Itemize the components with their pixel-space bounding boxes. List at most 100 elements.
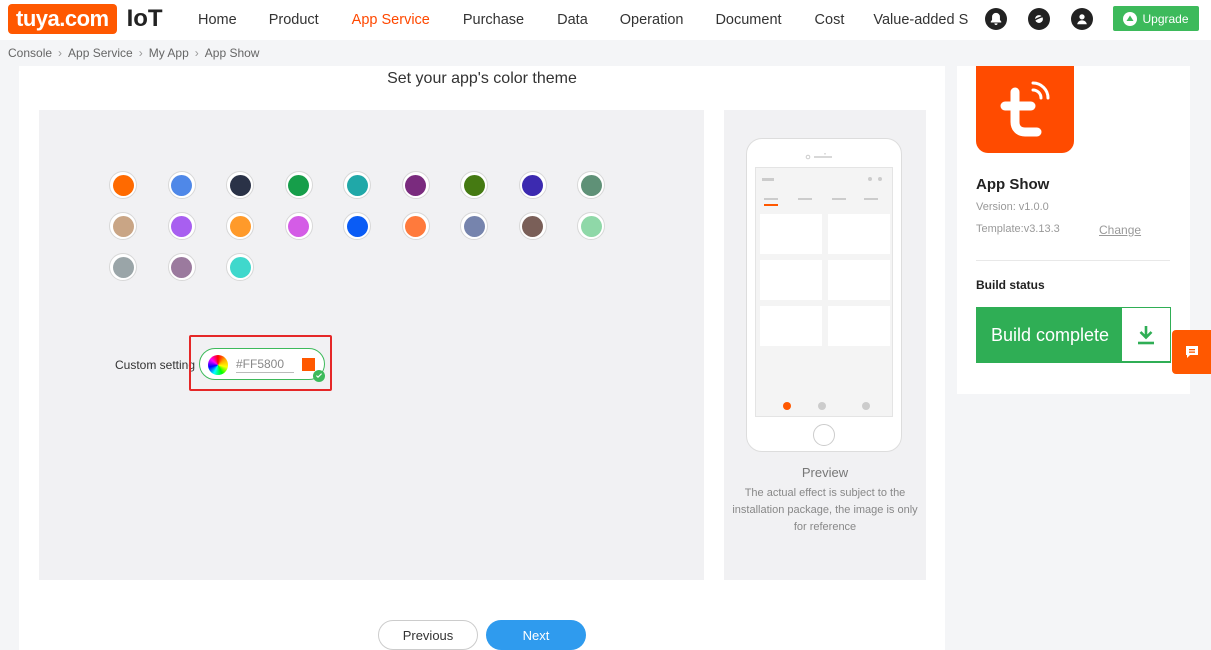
color-swatch[interactable] bbox=[577, 171, 605, 199]
color-theme-card: Set your app's color theme Custom settin… bbox=[19, 66, 945, 650]
ph-tab bbox=[832, 198, 846, 200]
preview-panel: Preview The actual effect is subject to … bbox=[724, 110, 926, 580]
nav-item-purchase[interactable]: Purchase bbox=[463, 12, 524, 28]
user-icon[interactable] bbox=[1071, 8, 1093, 30]
swatch-color bbox=[463, 215, 485, 237]
breadcrumb: Console › App Service › My App › App Sho… bbox=[8, 46, 259, 60]
next-button[interactable]: Next bbox=[486, 620, 586, 650]
breadcrumb-app-service[interactable]: App Service bbox=[68, 46, 133, 60]
tuya-logo[interactable]: tuya.com IoT bbox=[8, 4, 163, 34]
download-icon[interactable] bbox=[1122, 308, 1170, 361]
nav-item-app-service[interactable]: App Service bbox=[352, 12, 430, 28]
ph-card bbox=[828, 306, 890, 346]
ph-line bbox=[762, 178, 774, 181]
app-version: Version: v1.0.0 bbox=[976, 201, 1049, 213]
color-swatch[interactable] bbox=[109, 212, 137, 240]
ph-nav-dot bbox=[862, 402, 870, 410]
color-swatch[interactable] bbox=[577, 212, 605, 240]
swatch-color bbox=[171, 174, 192, 196]
ph-card bbox=[828, 260, 890, 300]
chevron-right-icon: › bbox=[138, 46, 143, 60]
ph-nav-dot bbox=[818, 402, 826, 410]
breadcrumb-console[interactable]: Console bbox=[8, 46, 52, 60]
swatch-color bbox=[112, 256, 134, 278]
color-swatch[interactable] bbox=[518, 212, 547, 240]
swatch-color bbox=[229, 256, 251, 278]
color-swatch[interactable] bbox=[167, 212, 196, 240]
color-swatch[interactable] bbox=[343, 171, 371, 199]
app-template: Template:v3.13.3 bbox=[976, 223, 1060, 235]
build-status-title: Build status bbox=[976, 278, 1045, 292]
build-complete-button[interactable]: Build complete bbox=[976, 307, 1171, 363]
swatch-color bbox=[580, 174, 602, 196]
phone-home-button bbox=[813, 424, 835, 446]
ph-dot bbox=[878, 177, 882, 181]
color-swatch[interactable] bbox=[401, 212, 430, 240]
swatch-color bbox=[405, 174, 426, 196]
color-swatch[interactable] bbox=[226, 253, 254, 281]
nav-item-document[interactable]: Document bbox=[715, 12, 781, 28]
color-swatch[interactable] bbox=[109, 171, 137, 199]
preview-title: Preview bbox=[801, 465, 849, 480]
color-swatch[interactable] bbox=[167, 253, 196, 281]
ph-card bbox=[828, 214, 890, 254]
app-info-panel: App Show Version: v1.0.0 Template:v3.13.… bbox=[957, 66, 1190, 394]
color-swatch[interactable] bbox=[460, 171, 488, 199]
color-swatch[interactable] bbox=[460, 212, 488, 240]
nav-item-operation[interactable]: Operation bbox=[620, 12, 684, 28]
color-swatch[interactable] bbox=[343, 212, 371, 240]
swatch-color bbox=[405, 215, 426, 237]
upgrade-label: Upgrade bbox=[1142, 11, 1189, 26]
nav-item-home[interactable]: Home bbox=[198, 12, 237, 28]
swatch-color bbox=[580, 215, 602, 237]
upgrade-button[interactable]: Upgrade bbox=[1113, 6, 1199, 31]
custom-setting-label: Custom setting bbox=[115, 358, 196, 372]
divider bbox=[976, 260, 1170, 261]
logo-iot-label: IoT bbox=[126, 5, 163, 32]
phone-speaker-icon bbox=[805, 153, 832, 160]
previous-button[interactable]: Previous bbox=[378, 620, 478, 650]
main-nav: Home Product App Service Purchase Data O… bbox=[181, 0, 968, 40]
swatch-color bbox=[171, 256, 192, 278]
color-palette-area: Custom setting #FF5800 bbox=[39, 110, 704, 580]
feedback-button[interactable] bbox=[1172, 330, 1211, 374]
bell-icon[interactable] bbox=[985, 8, 1007, 30]
swatch-color bbox=[463, 174, 485, 196]
chevron-right-icon: › bbox=[194, 46, 199, 60]
color-swatch[interactable] bbox=[109, 253, 137, 281]
swatch-color bbox=[112, 174, 134, 196]
swatch-color bbox=[346, 174, 368, 196]
phone-mockup bbox=[746, 138, 902, 452]
color-swatch[interactable] bbox=[401, 171, 430, 199]
top-nav-bar: tuya.com IoT Home Product App Service Pu… bbox=[0, 0, 1211, 40]
swatch-color bbox=[522, 215, 543, 237]
nav-item-data[interactable]: Data bbox=[557, 12, 588, 28]
swatch-color bbox=[229, 174, 251, 196]
build-status-label: Build complete bbox=[991, 324, 1110, 345]
tuya-t-icon bbox=[1000, 81, 1050, 136]
chevron-right-icon: › bbox=[58, 46, 63, 60]
swatch-color bbox=[522, 174, 543, 196]
color-swatch[interactable] bbox=[284, 212, 313, 240]
nav-item-product[interactable]: Product bbox=[269, 12, 319, 28]
color-swatch[interactable] bbox=[518, 171, 547, 199]
nav-item-value-added[interactable]: Value-added S bbox=[873, 12, 968, 28]
ph-tab bbox=[798, 198, 812, 200]
ph-card bbox=[760, 214, 822, 254]
preview-description: The actual effect is subject to the inst… bbox=[732, 487, 918, 533]
ph-card bbox=[760, 260, 822, 300]
color-swatch[interactable] bbox=[226, 171, 254, 199]
phone-screen bbox=[755, 167, 893, 417]
color-swatch[interactable] bbox=[284, 171, 313, 199]
change-template-link[interactable]: Change bbox=[1099, 223, 1141, 237]
nav-icon-group bbox=[985, 8, 1114, 30]
ph-tab bbox=[864, 198, 878, 200]
nav-item-cost[interactable]: Cost bbox=[815, 12, 845, 28]
color-swatch[interactable] bbox=[226, 212, 254, 240]
breadcrumb-my-app[interactable]: My App bbox=[149, 46, 189, 60]
planet-icon[interactable] bbox=[1028, 8, 1050, 30]
highlight-box bbox=[189, 335, 332, 391]
color-swatch[interactable] bbox=[167, 171, 196, 199]
upgrade-arrow-icon bbox=[1123, 11, 1138, 26]
swatch-color bbox=[171, 215, 192, 237]
